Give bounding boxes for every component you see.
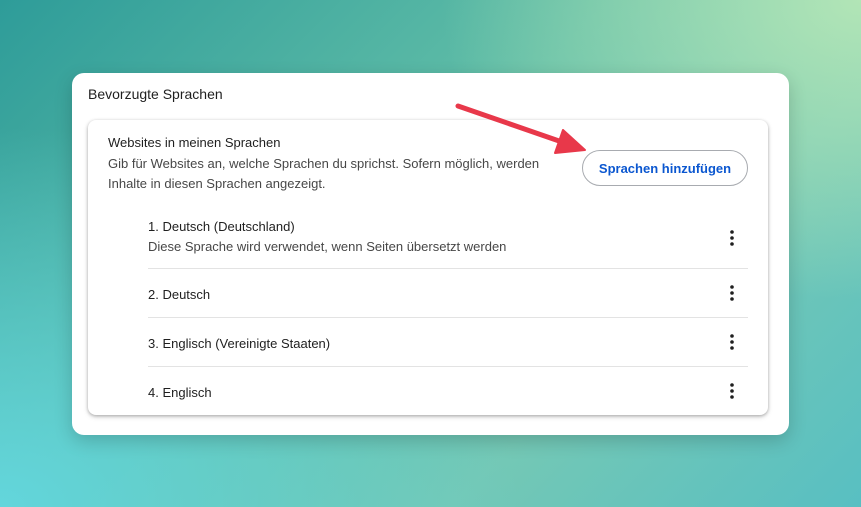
preferred-languages-card: Bevorzugte Sprachen Websites in meinen S… xyxy=(72,73,789,435)
language-sublabel: Diese Sprache wird verwendet, wenn Seite… xyxy=(148,239,507,254)
language-item-deutsch-deutschland: 1. Deutsch (Deutschland) Diese Sprache w… xyxy=(148,207,748,269)
more-vert-icon xyxy=(730,230,734,246)
language-label: 2. Deutsch xyxy=(148,287,211,302)
language-list: 1. Deutsch (Deutschland) Diese Sprache w… xyxy=(148,207,748,416)
language-item-deutsch: 2. Deutsch xyxy=(148,269,748,318)
section-description: Gib für Websites an, welche Sprachen du … xyxy=(108,156,540,191)
language-item-englisch-usa: 3. Englisch (Vereinigte Staaten) xyxy=(148,318,748,367)
more-vert-icon xyxy=(730,334,734,350)
more-options-button[interactable] xyxy=(720,330,744,354)
section-title: Websites in meinen Sprachen xyxy=(108,135,281,150)
language-item-englisch: 4. Englisch xyxy=(148,367,748,416)
add-languages-button[interactable]: Sprachen hinzufügen xyxy=(582,150,748,186)
language-label: 3. Englisch (Vereinigte Staaten) xyxy=(148,336,331,351)
more-options-button[interactable] xyxy=(720,281,744,305)
more-options-button[interactable] xyxy=(720,226,744,250)
card-title: Bevorzugte Sprachen xyxy=(88,86,223,102)
more-vert-icon xyxy=(730,285,734,301)
language-label: 4. Englisch xyxy=(148,385,212,400)
language-label: 1. Deutsch (Deutschland) xyxy=(148,219,295,234)
more-options-button[interactable] xyxy=(720,379,744,403)
more-vert-icon xyxy=(730,383,734,399)
website-languages-section: Websites in meinen Sprachen Gib für Webs… xyxy=(88,120,768,415)
